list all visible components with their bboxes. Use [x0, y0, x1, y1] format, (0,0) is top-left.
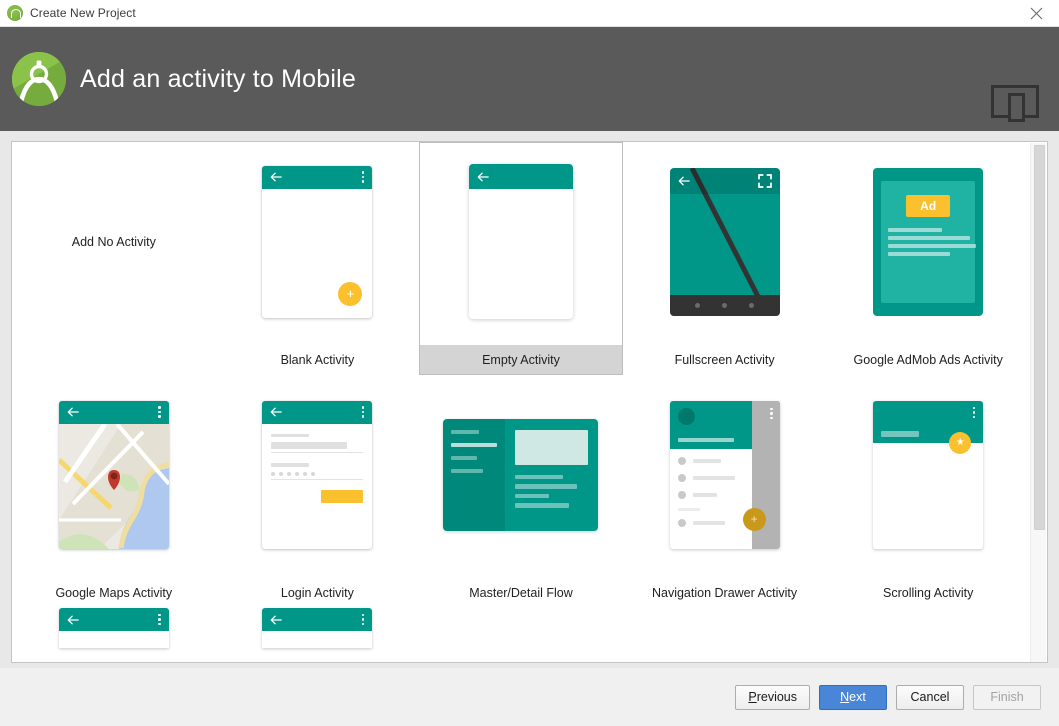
- activity-card-google-admob-ads-activity[interactable]: Ad Google AdMob Ads Activity: [826, 142, 1030, 375]
- back-arrow-icon: [67, 407, 79, 417]
- overflow-menu-icon: [158, 406, 161, 418]
- overflow-menu-icon: [158, 613, 161, 626]
- activity-thumbnail-fullscreen: [623, 142, 827, 345]
- close-icon[interactable]: [1014, 0, 1059, 27]
- overflow-menu-icon: [361, 613, 365, 626]
- activity-thumbnail-login: [216, 375, 420, 578]
- activity-thumbnail-partial: [216, 608, 420, 654]
- activity-thumbnail-maps: [12, 375, 216, 578]
- activity-thumbnail-scrolling: ★: [826, 375, 1030, 578]
- activity-label-scrolling-activity: Scrolling Activity: [883, 586, 974, 600]
- activity-thumbnail-admob: Ad: [826, 142, 1030, 345]
- master-pane-preview: [443, 418, 506, 531]
- thumb-appbar: [58, 608, 169, 631]
- scrollbar-thumb[interactable]: [1034, 145, 1045, 530]
- activity-card-scrolling-activity[interactable]: ★ Scrolling Activity: [826, 375, 1030, 608]
- overflow-menu-icon: [972, 406, 976, 418]
- floating-action-button-icon: ★: [949, 431, 972, 454]
- activity-card-google-maps-activity[interactable]: Google Maps Activity: [12, 375, 216, 608]
- login-submit-button-preview: [321, 489, 364, 503]
- activity-caption-blank-placeholder: [12, 345, 216, 375]
- floating-action-button-icon: +: [338, 281, 363, 306]
- back-arrow-icon: [678, 176, 690, 185]
- activity-card-row3-col4: [623, 608, 827, 654]
- activity-label-empty-activity: Empty Activity: [419, 345, 623, 375]
- finish-button: Finish: [973, 684, 1041, 710]
- ad-badge: Ad: [906, 194, 951, 217]
- back-arrow-icon: [477, 172, 489, 181]
- activity-label-blank-activity: Blank Activity: [280, 353, 355, 367]
- fullscreen-expand-icon: [757, 173, 772, 188]
- activity-label-google-admob-ads-activity: Google AdMob Ads Activity: [853, 353, 1003, 367]
- activity-card-row3-col3: [419, 608, 623, 654]
- back-arrow-icon: [271, 172, 283, 182]
- activity-gallery-panel: Add No Activity + Blank Activity Empty A…: [11, 141, 1048, 663]
- thumb-appbar: [58, 400, 169, 424]
- previous-button[interactable]: Previous: [735, 684, 810, 710]
- activity-card-row3-col5: [826, 608, 1030, 654]
- back-arrow-icon: [271, 615, 283, 624]
- activity-label-fullscreen-activity: Fullscreen Activity: [674, 353, 775, 367]
- thumb-appbar: [669, 167, 780, 194]
- activity-grid: Add No Activity + Blank Activity Empty A…: [12, 142, 1030, 654]
- thumb-appbar: [262, 165, 373, 189]
- android-studio-logo: [12, 52, 66, 106]
- map-preview: [58, 423, 169, 549]
- dialog-footer: Previous Next Cancel Finish: [0, 668, 1059, 726]
- activity-label-google-maps-activity: Google Maps Activity: [55, 586, 173, 600]
- activity-label-add-no-activity: Add No Activity: [71, 234, 156, 249]
- tablet-device-icon: [991, 81, 1039, 128]
- activity-card-empty-activity[interactable]: Empty Activity: [419, 142, 623, 375]
- activity-card-master-detail-flow[interactable]: Master/Detail Flow: [419, 375, 623, 608]
- back-arrow-icon: [271, 407, 283, 417]
- overflow-menu-icon: [770, 407, 773, 419]
- next-button[interactable]: Next: [819, 684, 887, 710]
- activity-label-master-detail-flow: Master/Detail Flow: [469, 586, 573, 600]
- activity-card-blank-activity[interactable]: + Blank Activity: [216, 142, 420, 375]
- activity-card-login-activity[interactable]: Login Activity: [216, 375, 420, 608]
- window-title-bar: Create New Project: [0, 0, 1059, 27]
- activity-card-fullscreen-activity[interactable]: Fullscreen Activity: [623, 142, 827, 375]
- activity-thumbnail-none: Add No Activity: [12, 142, 216, 345]
- activity-card-navigation-drawer-activity[interactable]: + Navigation Drawer Activity: [623, 375, 827, 608]
- activity-card-add-no-activity[interactable]: Add No Activity: [12, 142, 216, 375]
- overflow-menu-icon: [361, 406, 365, 418]
- avatar: [677, 407, 695, 425]
- vertical-scrollbar[interactable]: [1030, 143, 1046, 662]
- floating-action-button-icon: +: [742, 507, 766, 531]
- activity-label-navigation-drawer-activity: Navigation Drawer Activity: [651, 586, 798, 600]
- thumb-appbar: [468, 164, 573, 189]
- login-form-preview: [262, 424, 372, 513]
- activity-label-login-activity: Login Activity: [280, 586, 354, 600]
- dialog-header: Add an activity to Mobile: [0, 27, 1059, 131]
- detail-pane-preview: [505, 418, 599, 531]
- thumb-appbar: [262, 608, 373, 631]
- thumb-appbar: [262, 400, 373, 424]
- activity-thumbnail-empty: [419, 142, 623, 345]
- activity-gallery-area: Add No Activity + Blank Activity Empty A…: [0, 131, 1059, 668]
- activity-thumbnail-partial: [12, 608, 216, 654]
- cancel-button[interactable]: Cancel: [896, 684, 964, 710]
- back-arrow-icon: [67, 615, 79, 624]
- window-title: Create New Project: [30, 6, 136, 20]
- activity-thumbnail-navdrawer: +: [623, 375, 827, 578]
- activity-thumbnail-masterdetail: [419, 375, 623, 578]
- page-title: Add an activity to Mobile: [80, 64, 356, 93]
- activity-card-row3-col2[interactable]: [216, 608, 420, 654]
- create-new-project-dialog: Create New Project Add an activity to Mo…: [0, 0, 1059, 726]
- android-studio-icon: [7, 5, 23, 21]
- activity-card-row3-col1[interactable]: [12, 608, 216, 654]
- activity-thumbnail-blank: +: [216, 142, 420, 345]
- overflow-menu-icon: [361, 171, 365, 183]
